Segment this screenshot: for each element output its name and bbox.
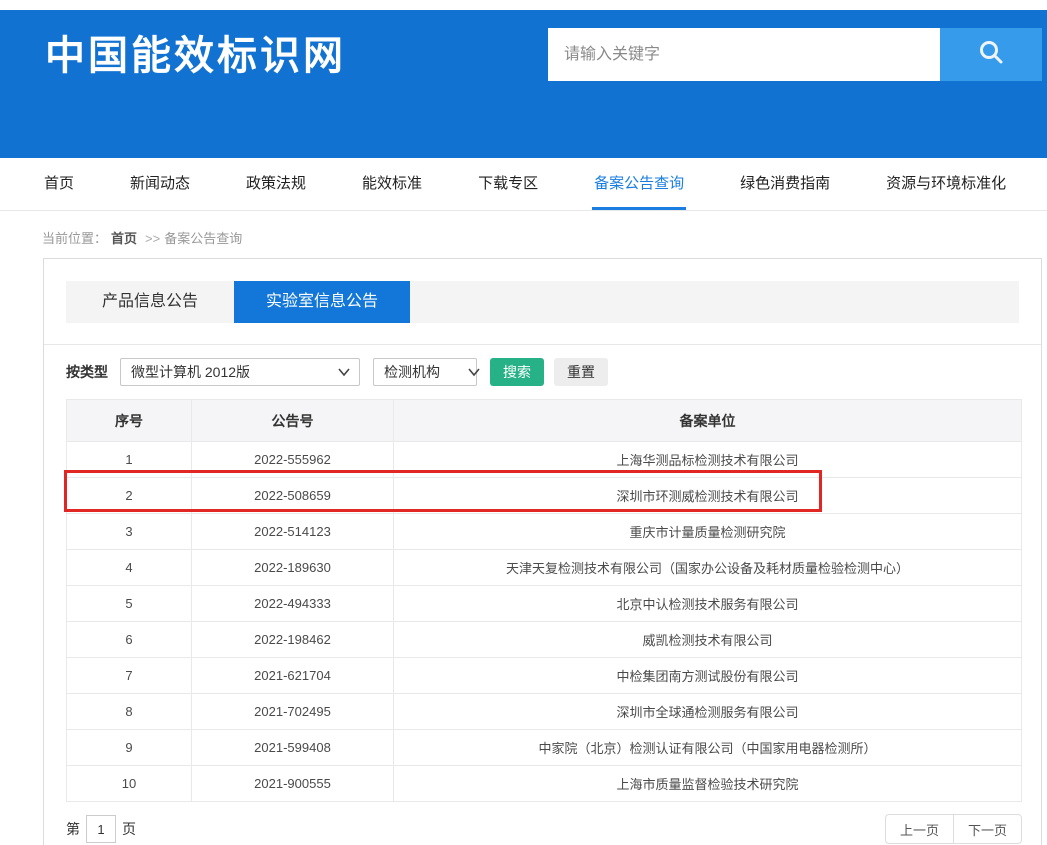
tab-product-info[interactable]: 产品信息公告 [66,281,234,323]
breadcrumb-home-link[interactable]: 首页 [111,231,137,246]
table-header-row: 序号 公告号 备案单位 [67,400,1022,442]
column-header-unit: 备案单位 [394,400,1022,442]
search-icon [976,38,1006,71]
cell-notice-no: 2022-508659 [192,478,394,514]
main-nav: 首页新闻动态政策法规能效标准下载专区备案公告查询绿色消费指南资源与环境标准化 [0,158,1047,211]
pagination-row: 第 页 上一页 下一页 [66,814,1022,844]
page-jump: 第 页 [66,815,136,843]
table-row[interactable]: 92021-599408中家院（北京）检测认证有限公司（中国家用电器检测所） [67,730,1022,766]
cell-unit: 重庆市计量质量检测研究院 [394,514,1022,550]
cell-notice-no: 2021-702495 [192,694,394,730]
table-row[interactable]: 62022-198462威凯检测技术有限公司 [67,622,1022,658]
cell-index: 4 [67,550,192,586]
nav-item[interactable]: 下载专区 [476,158,540,210]
category-select[interactable]: 微型计算机 2012版 [120,358,360,386]
table-row[interactable]: 42022-189630天津天复检测技术有限公司（国家办公设备及耗材质量检验检测… [67,550,1022,586]
cell-index: 6 [67,622,192,658]
cell-notice-no: 2021-599408 [192,730,394,766]
cell-unit: 上海市质量监督检验技术研究院 [394,766,1022,802]
search-submit-button[interactable]: 搜索 [490,358,544,386]
nav-item[interactable]: 能效标准 [360,158,424,210]
table-row[interactable]: 52022-494333北京中认检测技术服务有限公司 [67,586,1022,622]
breadcrumb-separator: >> [145,231,160,246]
top-strip [0,0,1047,10]
table-row[interactable]: 12022-555962上海华测品标检测技术有限公司 [67,442,1022,478]
breadcrumb-current: 备案公告查询 [164,231,242,246]
cell-unit: 中家院（北京）检测认证有限公司（中国家用电器检测所） [394,730,1022,766]
cell-unit: 上海华测品标检测技术有限公司 [394,442,1022,478]
cell-index: 8 [67,694,192,730]
filter-type-label: 按类型 [66,362,108,382]
cell-notice-no: 2021-621704 [192,658,394,694]
table-row-highlighted[interactable]: 22022-508659深圳市环测威检测技术有限公司 [67,478,1022,514]
content-panel: 产品信息公告 实验室信息公告 按类型 微型计算机 2012版 检测机构 搜索 重… [43,258,1042,845]
nav-item[interactable]: 绿色消费指南 [738,158,832,210]
column-header-notice-no: 公告号 [192,400,394,442]
results-table-wrap: 序号 公告号 备案单位 12022-555962上海华测品标检测技术有限公司22… [66,399,1019,802]
cell-unit: 深圳市环测威检测技术有限公司 [394,478,1022,514]
nav-item[interactable]: 新闻动态 [128,158,192,210]
cell-notice-no: 2022-189630 [192,550,394,586]
prev-page-button[interactable]: 上一页 [885,814,953,844]
cell-notice-no: 2022-494333 [192,586,394,622]
cell-index: 5 [67,586,192,622]
cell-index: 1 [67,442,192,478]
breadcrumb-prefix: 当前位置： [42,231,107,246]
cell-notice-no: 2022-555962 [192,442,394,478]
results-table: 序号 公告号 备案单位 12022-555962上海华测品标检测技术有限公司22… [66,399,1022,802]
cell-notice-no: 2022-198462 [192,622,394,658]
column-header-index: 序号 [67,400,192,442]
cell-index: 3 [67,514,192,550]
page-jump-suffix: 页 [122,819,136,839]
section-divider [44,344,1041,345]
search-input[interactable] [548,28,940,81]
cell-index: 7 [67,658,192,694]
table-row[interactable]: 82021-702495深圳市全球通检测服务有限公司 [67,694,1022,730]
cell-unit: 天津天复检测技术有限公司（国家办公设备及耗材质量检验检测中心） [394,550,1022,586]
cell-index: 2 [67,478,192,514]
cell-index: 9 [67,730,192,766]
tab-lab-info[interactable]: 实验室信息公告 [234,281,410,323]
cell-unit: 北京中认检测技术服务有限公司 [394,586,1022,622]
search-button[interactable] [940,28,1042,81]
table-row[interactable]: 72021-621704中检集团南方测试股份有限公司 [67,658,1022,694]
page-jump-prefix: 第 [66,819,80,839]
reset-button[interactable]: 重置 [554,358,608,386]
pager-buttons: 上一页 下一页 [885,814,1022,844]
table-row[interactable]: 32022-514123重庆市计量质量检测研究院 [67,514,1022,550]
table-row[interactable]: 102021-900555上海市质量监督检验技术研究院 [67,766,1022,802]
cell-index: 10 [67,766,192,802]
nav-item[interactable]: 首页 [42,158,76,210]
filter-row: 按类型 微型计算机 2012版 检测机构 搜索 重置 [66,358,1019,386]
page-number-input[interactable] [86,815,116,843]
header-search-group [548,28,1042,81]
site-logo[interactable]: 中国能效标识网 [45,26,346,86]
agency-select[interactable]: 检测机构 [373,358,477,386]
next-page-button[interactable]: 下一页 [953,814,1022,844]
cell-notice-no: 2022-514123 [192,514,394,550]
site-header: 中国能效标识网 [0,10,1047,158]
cell-unit: 深圳市全球通检测服务有限公司 [394,694,1022,730]
cell-unit: 威凯检测技术有限公司 [394,622,1022,658]
tab-bar: 产品信息公告 实验室信息公告 [66,281,1019,323]
cell-unit: 中检集团南方测试股份有限公司 [394,658,1022,694]
nav-item[interactable]: 资源与环境标准化 [884,158,1008,210]
nav-item[interactable]: 备案公告查询 [592,158,686,210]
cell-notice-no: 2021-900555 [192,766,394,802]
breadcrumb: 当前位置： 首页 >> 备案公告查询 [0,211,1047,258]
nav-item[interactable]: 政策法规 [244,158,308,210]
